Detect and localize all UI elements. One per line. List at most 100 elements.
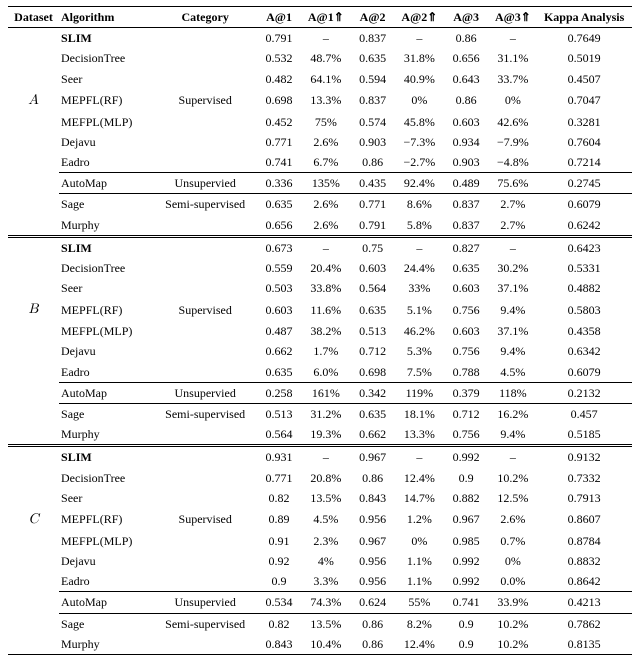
a1: 0.771 — [256, 132, 303, 152]
a2: 0.967 — [349, 446, 396, 468]
category-cell: Unsupervied — [155, 173, 256, 194]
col-dataset: Dataset — [8, 7, 59, 28]
a2: 0.712 — [349, 341, 396, 361]
table-row: BMEPFL(RF)Supervised0.60311.6%0.6355.1%0… — [8, 298, 632, 321]
a3u: 9.4% — [490, 341, 537, 361]
a3u: 12.5% — [490, 488, 537, 508]
a2u: 45.8% — [396, 112, 443, 132]
a2u: 8.2% — [396, 613, 443, 634]
dataset-cell — [8, 488, 59, 508]
kappa: 0.8642 — [536, 571, 632, 592]
a1u: 74.3% — [302, 592, 349, 613]
a1: 0.82 — [256, 488, 303, 508]
dataset-cell — [8, 132, 59, 152]
a1: 0.656 — [256, 215, 303, 237]
algorithm-cell: Dejavu — [59, 551, 155, 571]
a3: 0.86 — [443, 28, 490, 49]
a3u: 33.7% — [490, 69, 537, 89]
a2: 0.956 — [349, 508, 396, 531]
kappa: 0.5331 — [536, 258, 632, 278]
table-row: Eadro0.7416.7%0.86−2.7%0.903−4.8%0.7214 — [8, 152, 632, 173]
a3: 0.603 — [443, 112, 490, 132]
kappa: 0.7047 — [536, 89, 632, 112]
a1: 0.771 — [256, 468, 303, 488]
a1u: 20.4% — [302, 258, 349, 278]
a3u: 4.5% — [490, 362, 537, 383]
a1: 0.9 — [256, 571, 303, 592]
a3u: 0% — [490, 89, 537, 112]
dataset-cell: C — [8, 508, 59, 531]
a3u: – — [490, 446, 537, 468]
a2: 0.662 — [349, 424, 396, 446]
a3u: 0.7% — [490, 531, 537, 551]
dataset-cell — [8, 215, 59, 237]
a1u: 6.0% — [302, 362, 349, 383]
kappa: 0.7604 — [536, 132, 632, 152]
a1u: – — [302, 446, 349, 468]
a1: 0.452 — [256, 112, 303, 132]
algorithm-cell: AutoMap — [59, 382, 155, 403]
a3u: 10.2% — [490, 468, 537, 488]
a2u: 1.1% — [396, 551, 443, 571]
table-row: SLIM0.931–0.967–0.992–0.9132 — [8, 446, 632, 468]
algorithm-cell: AutoMap — [59, 592, 155, 613]
a1u: 161% — [302, 382, 349, 403]
a2u: 40.9% — [396, 69, 443, 89]
a2u: – — [396, 236, 443, 258]
algorithm-cell: DecisionTree — [59, 258, 155, 278]
dataset-cell — [8, 69, 59, 89]
dataset-cell — [8, 194, 59, 215]
table-row: AutoMapUnsupervied0.53474.3%0.62455%0.74… — [8, 592, 632, 613]
a2: 0.967 — [349, 531, 396, 551]
a2u: 5.3% — [396, 341, 443, 361]
dataset-cell — [8, 236, 59, 258]
kappa: 0.5185 — [536, 424, 632, 446]
a3u: −7.9% — [490, 132, 537, 152]
a1u: 20.8% — [302, 468, 349, 488]
a2u: 14.7% — [396, 488, 443, 508]
a1: 0.91 — [256, 531, 303, 551]
table-row: MEFPL(MLP)0.48738.2%0.51346.2%0.60337.1%… — [8, 321, 632, 341]
a1: 0.534 — [256, 592, 303, 613]
table-row: Murphy0.84310.4%0.8612.4%0.910.2%0.8135 — [8, 634, 632, 655]
algorithm-cell: DecisionTree — [59, 48, 155, 68]
a2u: 1.2% — [396, 508, 443, 531]
category-cell — [155, 152, 256, 173]
category-cell: Supervised — [155, 508, 256, 531]
algorithm-cell: Dejavu — [59, 132, 155, 152]
header-row: Dataset Algorithm Category A@1 A@1⇑ A@2 … — [8, 7, 632, 28]
a1: 0.532 — [256, 48, 303, 68]
a1: 0.89 — [256, 508, 303, 531]
category-cell: Unsupervied — [155, 382, 256, 403]
kappa: 0.4882 — [536, 278, 632, 298]
category-cell — [155, 28, 256, 49]
a3u: 9.4% — [490, 424, 537, 446]
table-row: Eadro0.93.3%0.9561.1%0.9920.0%0.8642 — [8, 571, 632, 592]
a1u: 135% — [302, 173, 349, 194]
algorithm-cell: Eadro — [59, 152, 155, 173]
a1: 0.791 — [256, 28, 303, 49]
a3u: 0% — [490, 551, 537, 571]
a2u: 5.8% — [396, 215, 443, 237]
a2: 0.86 — [349, 152, 396, 173]
a3: 0.643 — [443, 69, 490, 89]
a1: 0.673 — [256, 236, 303, 258]
kappa: 0.7649 — [536, 28, 632, 49]
kappa: 0.2745 — [536, 173, 632, 194]
a2u: 12.4% — [396, 468, 443, 488]
dataset-cell — [8, 321, 59, 341]
category-cell: Supervised — [155, 298, 256, 321]
algorithm-cell: Seer — [59, 278, 155, 298]
a1: 0.635 — [256, 362, 303, 383]
a3u: 42.6% — [490, 112, 537, 132]
a1u: 3.3% — [302, 571, 349, 592]
algorithm-cell: DecisionTree — [59, 468, 155, 488]
a2u: 12.4% — [396, 634, 443, 655]
category-cell — [155, 634, 256, 655]
a1u: 19.3% — [302, 424, 349, 446]
algorithm-cell: MEFPL(MLP) — [59, 112, 155, 132]
category-cell — [155, 69, 256, 89]
a1: 0.92 — [256, 551, 303, 571]
a2u: −2.7% — [396, 152, 443, 173]
kappa: 0.4507 — [536, 69, 632, 89]
